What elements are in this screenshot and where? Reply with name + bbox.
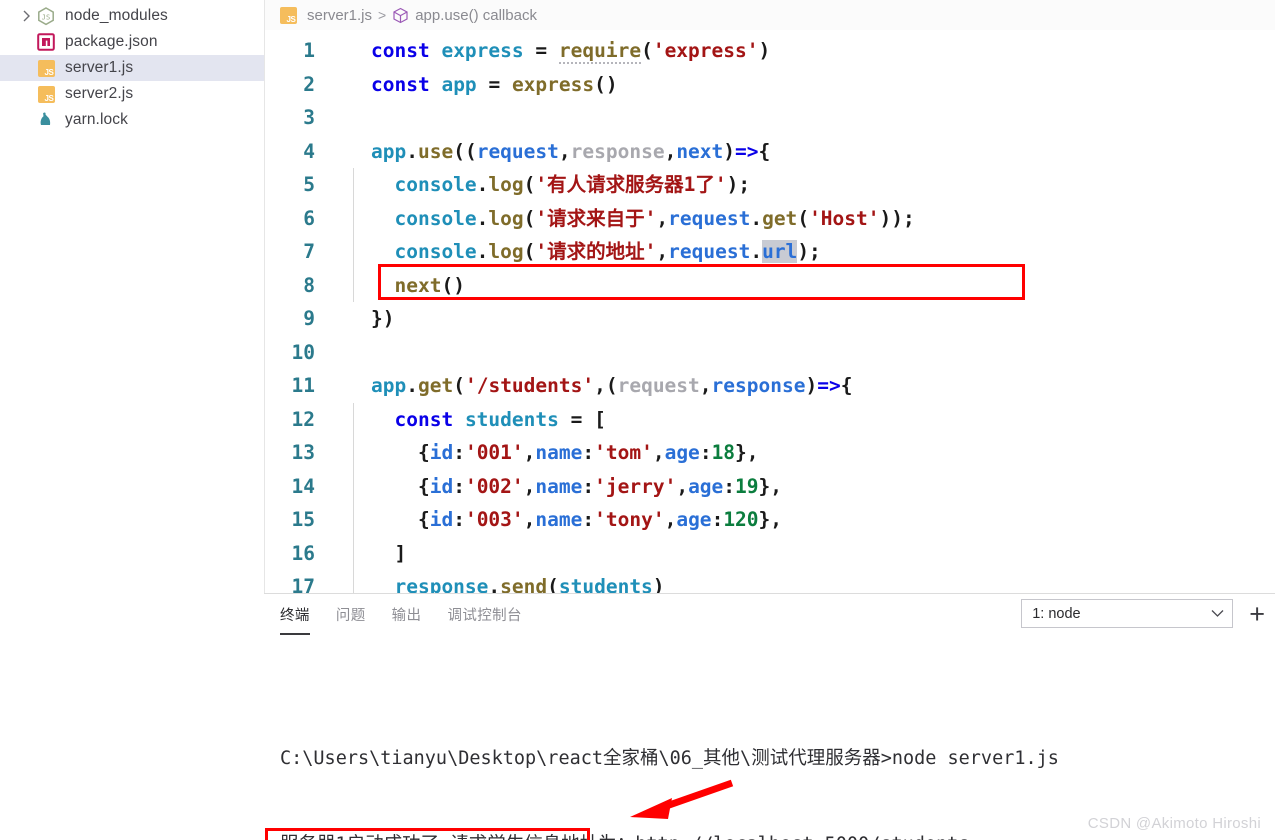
sidebar-item-package-json[interactable]: package.json: [0, 29, 264, 55]
code-line-2: 2 const app = express(): [265, 68, 1275, 102]
line-number: 2: [303, 72, 315, 96]
line-number: 11: [291, 374, 315, 397]
line-content: ]: [331, 536, 406, 571]
code-editor[interactable]: 1 const express = require('express') 2 c…: [265, 30, 1275, 593]
cube-symbol-icon: [392, 7, 409, 24]
code-line-4: 4 app.use((request,response,next)=>{: [265, 135, 1275, 169]
chevron-right-icon[interactable]: [18, 10, 35, 22]
sidebar-item-label: server2.js: [65, 85, 134, 102]
terminal-selector[interactable]: 1: node: [1021, 599, 1234, 628]
code-line-7: 7 console.log('请求的地址',request.url);: [265, 235, 1275, 269]
line-number: 4: [303, 139, 315, 163]
line-content: {id:'002',name:'jerry',age:19},: [331, 469, 782, 504]
line-content: const students = [: [331, 402, 606, 437]
line-number: 5: [303, 173, 315, 196]
sidebar-item-label: package.json: [65, 33, 158, 50]
line-number: 8: [303, 273, 315, 297]
line-number: 17: [291, 575, 315, 593]
line-content: [331, 336, 371, 370]
sidebar-item-yarn-lock[interactable]: yarn.lock: [0, 107, 264, 133]
code-line-17: 17 response.send(students): [265, 570, 1275, 593]
line-content: response.send(students): [331, 570, 665, 593]
svg-text:JS: JS: [42, 13, 51, 21]
new-terminal-button[interactable]: +: [1249, 600, 1265, 627]
line-content: next(): [331, 268, 465, 303]
code-line-13: 13 {id:'001',name:'tom',age:18},: [265, 436, 1275, 470]
breadcrumb-file-label: server1.js: [307, 6, 373, 24]
line-number: 6: [303, 206, 315, 230]
code-line-5: 5 console.log('有人请求服务器1了');: [265, 168, 1275, 202]
line-content: app.get('/students',(request,response)=>…: [371, 374, 853, 397]
vscode-window: JS node_modules package.json JS server1.…: [0, 0, 1275, 840]
line-content: const express = require('express'): [371, 39, 771, 64]
line-number: 10: [291, 340, 315, 364]
code-line-12: 12 const students = [: [265, 402, 1275, 437]
line-content: {id:'003',name:'tony',age:120},: [331, 503, 782, 537]
code-line-11: 11 app.get('/students',(request,response…: [265, 369, 1275, 403]
code-line-6: 6 console.log('请求来自于',request.get('Host'…: [265, 201, 1275, 236]
node-hexagon-icon: JS: [35, 6, 57, 25]
tab-output[interactable]: 输出: [392, 604, 422, 629]
javascript-file-icon: JS: [35, 59, 57, 77]
line-content: console.log('请求来自于',request.get('Host'))…: [331, 201, 915, 236]
line-number: 16: [291, 541, 315, 565]
panel-actions: 1: node +: [1021, 599, 1265, 628]
terminal-output[interactable]: C:\Users\tianyu\Desktop\react全家桶\06_其他\测…: [264, 638, 1275, 840]
breadcrumb: JS server1.js > app.use() callback: [265, 0, 1275, 30]
line-number: 15: [291, 508, 315, 531]
explorer-file-tree: JS node_modules package.json JS server1.…: [0, 0, 264, 593]
code-line-14: 14 {id:'002',name:'jerry',age:19},: [265, 469, 1275, 504]
chevron-down-icon[interactable]: [1211, 606, 1224, 622]
line-content: console.log('请求的地址',request.url);: [331, 235, 821, 269]
terminal-selector-value: 1: node: [1032, 605, 1081, 622]
editor-pane: JS server1.js > app.use() callback 1 con…: [264, 0, 1275, 593]
line-content: {id:'001',name:'tom',age:18},: [331, 436, 759, 470]
terminal-panel: 终端 问题 输出 调试控制台 1: node + C:\Users\tianyu…: [264, 593, 1275, 840]
tab-debug-console[interactable]: 调试控制台: [447, 604, 522, 629]
tab-terminal[interactable]: 终端: [280, 604, 310, 635]
line-number: 3: [303, 106, 315, 129]
sidebar-item-label: yarn.lock: [65, 111, 128, 128]
panel-tab-bar: 终端 问题 输出 调试控制台 1: node +: [264, 594, 1275, 638]
line-content: app.use((request,response,next)=>{: [371, 139, 771, 163]
breadcrumb-separator: >: [378, 7, 387, 23]
line-number: 12: [291, 407, 315, 431]
sidebar-item-node-modules[interactable]: JS node_modules: [0, 3, 264, 29]
breadcrumb-symbol[interactable]: app.use() callback: [392, 7, 537, 24]
line-number: 1: [303, 39, 315, 62]
line-number: 14: [291, 474, 315, 498]
line-number: 13: [291, 441, 315, 464]
sidebar-item-label: node_modules: [65, 7, 168, 24]
breadcrumb-symbol-label: app.use() callback: [415, 6, 537, 24]
line-content: [331, 101, 371, 135]
npm-icon: [35, 33, 57, 51]
code-line-10: 10: [265, 336, 1275, 370]
code-line-15: 15 {id:'003',name:'tony',age:120},: [265, 503, 1275, 537]
code-line-1: 1 const express = require('express'): [265, 34, 1275, 68]
watermark: CSDN @Akimoto Hiroshi: [1087, 815, 1261, 832]
sidebar-item-server1-js[interactable]: JS server1.js: [0, 55, 264, 81]
sidebar-item-server2-js[interactable]: JS server2.js: [0, 81, 264, 107]
line-number: 9: [303, 307, 315, 330]
terminal-line: C:\Users\tianyu\Desktop\react全家桶\06_其他\测…: [280, 748, 1059, 769]
yarn-icon: [35, 111, 57, 129]
sidebar-item-label: server1.js: [65, 59, 134, 76]
line-content: console.log('有人请求服务器1了');: [331, 168, 750, 202]
code-line-8: 8 next(): [265, 268, 1275, 303]
line-content: const app = express(): [371, 72, 618, 96]
code-line-9: 9 }): [265, 302, 1275, 336]
selected-token: url: [762, 240, 798, 263]
tab-problems[interactable]: 问题: [336, 604, 366, 629]
javascript-file-icon: JS: [35, 85, 57, 103]
code-line-3: 3: [265, 101, 1275, 135]
javascript-file-icon: JS: [277, 6, 299, 24]
code-line-16: 16 ]: [265, 536, 1275, 571]
breadcrumb-file[interactable]: JS server1.js: [277, 6, 372, 24]
line-number: 7: [303, 240, 315, 263]
line-content: }): [371, 307, 395, 330]
